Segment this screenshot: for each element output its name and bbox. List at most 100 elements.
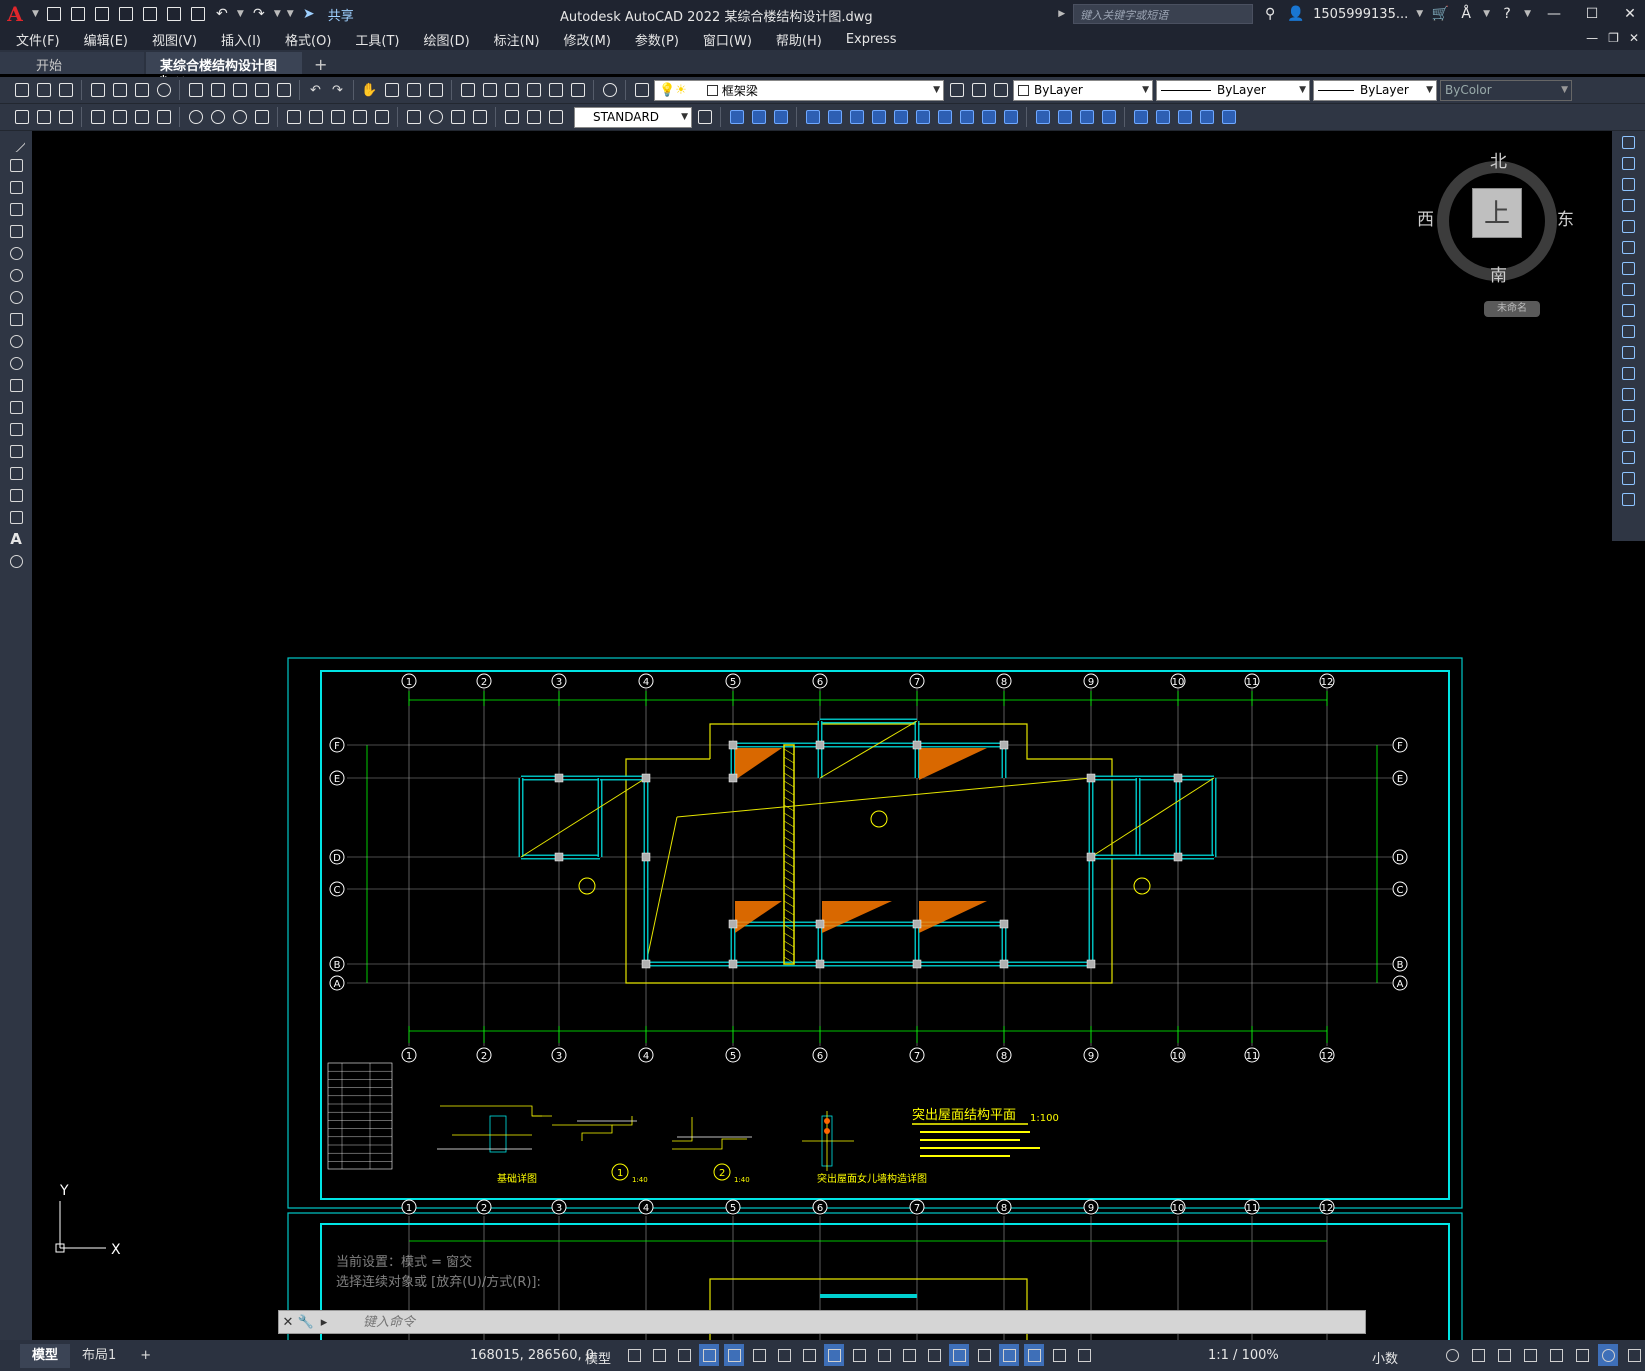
- redo-icon[interactable]: ↷: [250, 5, 268, 23]
- workspace-gear-icon[interactable]: [1442, 1344, 1462, 1366]
- close-command-line-icon[interactable]: ✕: [279, 1315, 297, 1330]
- erase-icon[interactable]: [727, 108, 746, 127]
- copy-object-icon[interactable]: [749, 108, 768, 127]
- jogged-dimension-icon[interactable]: [208, 108, 227, 127]
- compass-south[interactable]: 南: [1490, 261, 1507, 286]
- add-layout-button[interactable]: +: [128, 1344, 163, 1368]
- doc-close-button[interactable]: ✕: [1629, 31, 1639, 45]
- user-icon[interactable]: 👤: [1287, 5, 1305, 23]
- coordinates-readout[interactable]: 168015, 286560, 0: [470, 1348, 594, 1363]
- markup-icon[interactable]: [546, 81, 565, 100]
- make-object-layer-current-icon[interactable]: [947, 81, 966, 100]
- menu-parametric[interactable]: 参数(P): [623, 30, 691, 49]
- drawing-svg[interactable]: 1112223334445556667778889991010101111111…: [32, 131, 1612, 1340]
- arc-icon[interactable]: [6, 243, 26, 263]
- viewcube-top-face[interactable]: 上: [1472, 188, 1522, 238]
- dimension-edit-icon[interactable]: [502, 108, 521, 127]
- quick-properties-icon[interactable]: [1520, 1344, 1540, 1366]
- dimension-text-edit-icon[interactable]: [524, 108, 543, 127]
- trim-icon[interactable]: [935, 108, 954, 127]
- ellipse-arc-icon[interactable]: [6, 353, 26, 373]
- menu-window[interactable]: 窗口(W): [691, 30, 764, 49]
- scale-side-icon[interactable]: [1618, 279, 1638, 299]
- gizmo-icon[interactable]: [999, 1344, 1019, 1366]
- design-center-icon[interactable]: [480, 81, 499, 100]
- quickcalc-icon[interactable]: [568, 81, 587, 100]
- print-icon[interactable]: [189, 5, 207, 23]
- maximize-button[interactable]: ☐: [1577, 6, 1607, 22]
- tool-palettes-icon[interactable]: [502, 81, 521, 100]
- layer-state-icon[interactable]: [991, 81, 1010, 100]
- trim-side-icon[interactable]: [1618, 321, 1638, 341]
- customize-wrench-icon[interactable]: 🔧: [297, 1315, 315, 1330]
- dimension-space-icon[interactable]: [350, 108, 369, 127]
- command-input[interactable]: [363, 1314, 963, 1330]
- export-icon[interactable]: [141, 5, 159, 23]
- doc-restore-button[interactable]: ❐: [1608, 31, 1619, 45]
- doc-minimize-button[interactable]: —: [1586, 31, 1598, 45]
- arc-length-icon[interactable]: [132, 108, 151, 127]
- insert-block-icon[interactable]: [12, 108, 31, 127]
- menu-draw[interactable]: 绘图(D): [412, 30, 482, 49]
- create-block-icon[interactable]: [6, 397, 26, 417]
- array-icon[interactable]: [825, 108, 844, 127]
- rotate-side-icon[interactable]: [1618, 258, 1638, 278]
- undo-icon[interactable]: ↶: [213, 5, 231, 23]
- tolerance-icon[interactable]: [404, 108, 423, 127]
- annotation-monitor-icon[interactable]: [1468, 1344, 1488, 1366]
- blend-icon[interactable]: [1099, 108, 1118, 127]
- array-side-icon[interactable]: [1618, 216, 1638, 236]
- insert-block-draw-icon[interactable]: [6, 375, 26, 395]
- linear-dimension-icon[interactable]: [88, 108, 107, 127]
- clean-screen-icon[interactable]: [1624, 1344, 1644, 1366]
- autocad-logo-button[interactable]: A: [4, 2, 26, 26]
- dynamic-input-icon[interactable]: [699, 1344, 719, 1366]
- lineweight-dropdown[interactable]: ByLayer ▼: [1313, 79, 1437, 101]
- cart-icon[interactable]: 🛒: [1431, 5, 1449, 23]
- diameter-dimension-icon[interactable]: [230, 108, 249, 127]
- make-block-icon[interactable]: [34, 108, 53, 127]
- move-side-icon[interactable]: [1618, 237, 1638, 257]
- selection-cycling-icon[interactable]: [899, 1344, 919, 1366]
- menu-insert[interactable]: 插入(I): [209, 30, 273, 49]
- break-icon[interactable]: [979, 108, 998, 127]
- plot-icon[interactable]: [88, 81, 107, 100]
- radius-dimension-icon[interactable]: [186, 108, 205, 127]
- plotstyle-dropdown[interactable]: ByColor ▼: [1440, 79, 1572, 101]
- center-mark-icon[interactable]: [426, 108, 445, 127]
- share-icon[interactable]: ➤: [300, 5, 318, 23]
- command-prompt-icon[interactable]: ▸: [315, 1315, 333, 1330]
- search-icon[interactable]: ⚲: [1261, 5, 1279, 23]
- blend-curves-icon[interactable]: [1618, 468, 1638, 488]
- annotation-scale-icon[interactable]: [1074, 1344, 1094, 1366]
- extend-side-icon[interactable]: [1618, 342, 1638, 362]
- join-side-icon[interactable]: [1618, 405, 1638, 425]
- new-file-icon[interactable]: [45, 5, 63, 23]
- block-editor-icon[interactable]: [274, 81, 293, 100]
- continue-dimension-icon[interactable]: [328, 108, 347, 127]
- cut-icon[interactable]: [186, 81, 205, 100]
- menu-help[interactable]: 帮助(H): [764, 30, 834, 49]
- bring-front-icon[interactable]: [1153, 108, 1172, 127]
- ucs-menu-button[interactable]: 未命名: [1484, 301, 1540, 317]
- menu-tools[interactable]: 工具(T): [343, 30, 411, 49]
- autodesk-app-icon[interactable]: Å: [1457, 5, 1475, 23]
- rotate-icon[interactable]: [869, 108, 888, 127]
- circle-icon[interactable]: [6, 265, 26, 285]
- undo-dropdown-icon[interactable]: ▼: [237, 9, 244, 19]
- erase-side-icon[interactable]: [1618, 132, 1638, 152]
- annotation-scale[interactable]: 1:1 / 100%: [1208, 1348, 1279, 1363]
- menu-modify[interactable]: 修改(M): [552, 30, 623, 49]
- menu-dimension[interactable]: 标注(N): [482, 30, 552, 49]
- point-icon[interactable]: [6, 419, 26, 439]
- dimension-update-icon[interactable]: [546, 108, 565, 127]
- revision-cloud-icon[interactable]: [6, 287, 26, 307]
- color-dropdown[interactable]: ByLayer ▼: [1013, 79, 1153, 101]
- chamfer-icon[interactable]: [1033, 108, 1052, 127]
- close-window-button[interactable]: ✕: [1615, 6, 1645, 22]
- quick-dimension-icon[interactable]: [284, 108, 303, 127]
- save-toolbar-icon[interactable]: [56, 81, 75, 100]
- graphics-performance-icon[interactable]: [1598, 1344, 1618, 1366]
- break-side-icon[interactable]: [1618, 384, 1638, 404]
- save-icon[interactable]: [93, 5, 111, 23]
